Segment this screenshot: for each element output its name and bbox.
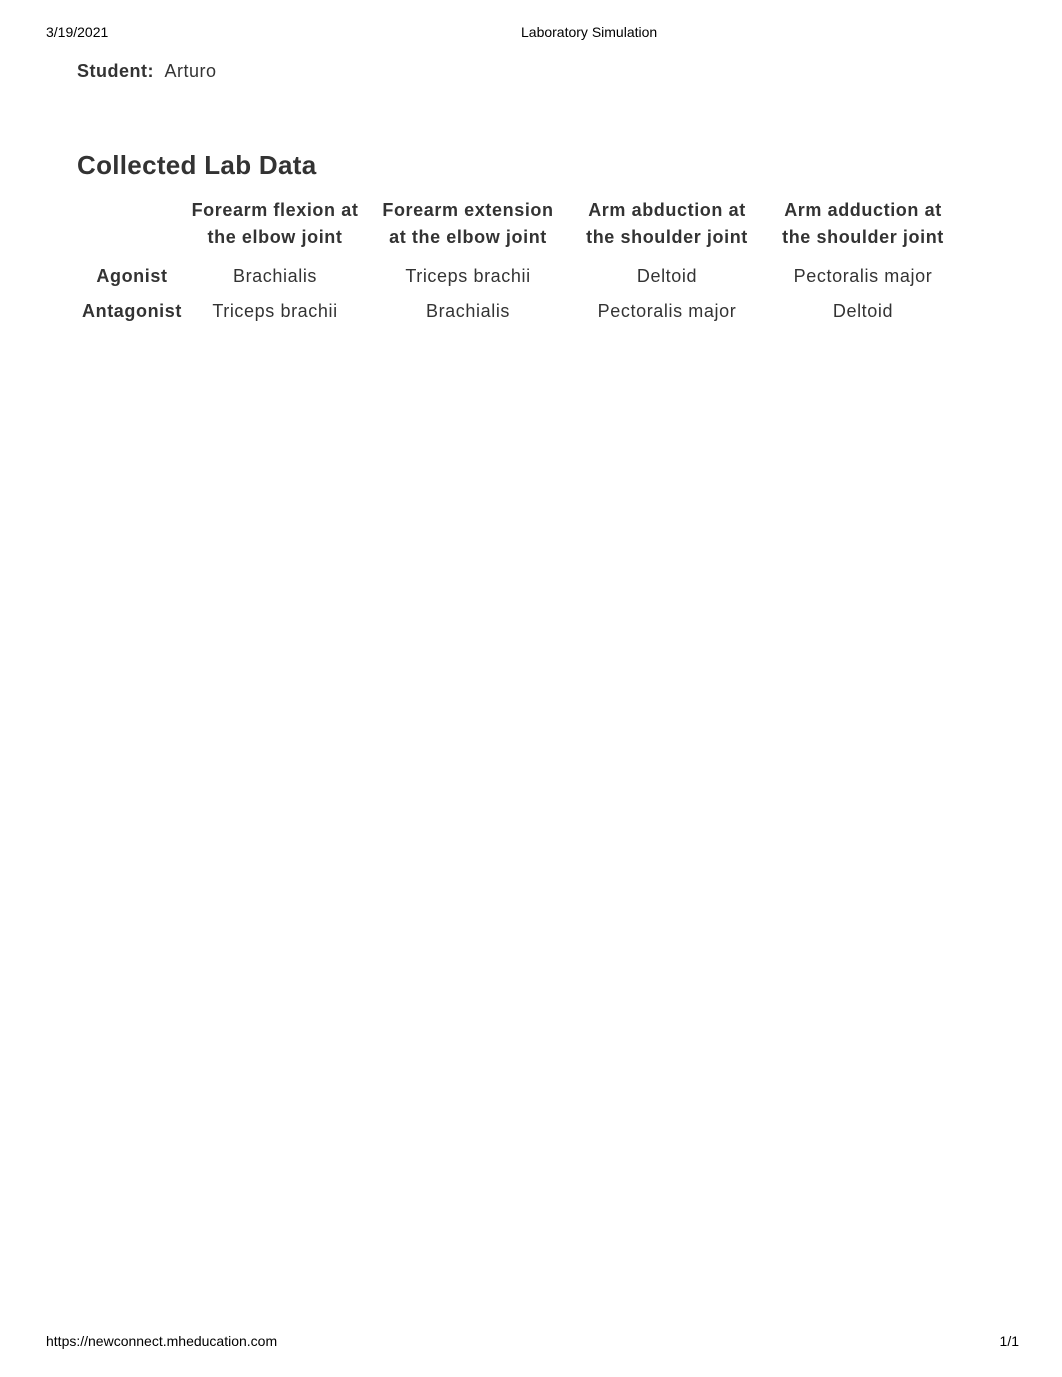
student-name: Arturo [164, 61, 217, 81]
print-date: 3/19/2021 [46, 24, 109, 40]
column-header-line: Forearm flexion at [191, 200, 359, 220]
column-header-line: the shoulder joint [782, 227, 944, 247]
table-cell: Deltoid [832, 301, 894, 321]
column-header: Arm abduction at the shoulder joint [573, 197, 761, 259]
page-number: 1/1 [999, 1333, 1019, 1349]
column-header-line: at the elbow joint [389, 227, 547, 247]
student-label: Student: [77, 61, 154, 81]
column-header: Arm adduction at the shoulder joint [761, 197, 965, 259]
column-header-line: the shoulder joint [586, 227, 748, 247]
column-header: Forearm extension at the elbow joint [363, 197, 573, 259]
table-cell: Pectoralis major [793, 266, 933, 286]
column-header-line: Arm adduction at [784, 200, 942, 220]
table-cell: Brachialis [425, 301, 511, 321]
row-label: Agonist [96, 266, 168, 286]
table-cell: Triceps brachii [212, 301, 338, 321]
column-header-line: the elbow joint [207, 227, 343, 247]
table-cell: Brachialis [232, 266, 318, 286]
print-title: Laboratory Simulation [521, 24, 658, 40]
table-cell: Triceps brachii [405, 266, 531, 286]
print-url: https://newconnect.mheducation.com [46, 1333, 278, 1349]
lab-data-table: Forearm flexion at the elbow joint Forea… [77, 197, 965, 329]
column-header-empty [77, 197, 187, 259]
table-header-row: Forearm flexion at the elbow joint Forea… [77, 197, 965, 259]
column-header-line: Arm abduction at [588, 200, 746, 220]
column-header: Forearm flexion at the elbow joint [187, 197, 363, 259]
table-row: Antagonist Triceps brachii Brachialis Pe… [77, 294, 965, 329]
table-cell: Pectoralis major [597, 301, 737, 321]
section-title: Collected Lab Data [77, 150, 317, 180]
table-row: Agonist Brachialis Triceps brachii Delto… [77, 259, 965, 294]
row-label: Antagonist [82, 301, 182, 321]
column-header-line: Forearm extension [382, 200, 554, 220]
table-cell: Deltoid [636, 266, 698, 286]
student-line: Student: Arturo [77, 61, 217, 82]
